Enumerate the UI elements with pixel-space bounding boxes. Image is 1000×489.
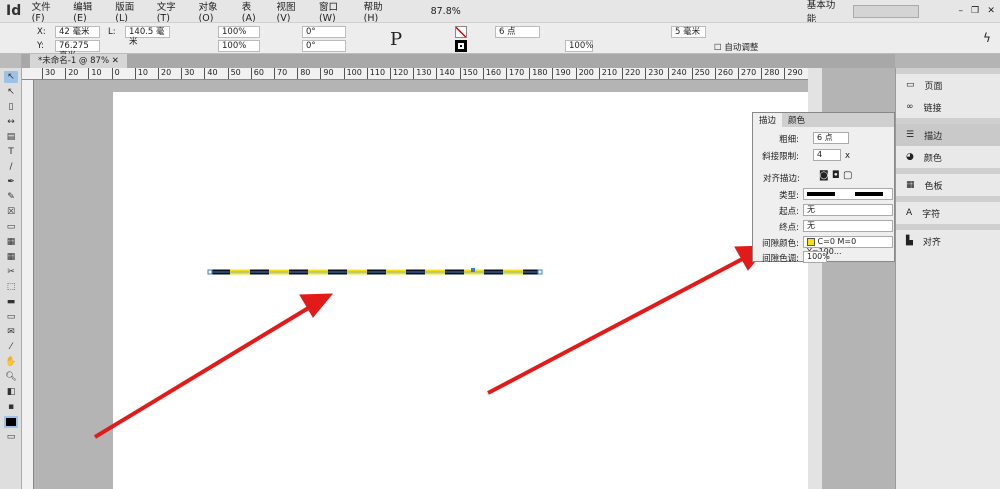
type-label: 类型: <box>779 191 799 201</box>
panel-stroke[interactable]: ☰ 描边 <box>896 124 1000 146</box>
weight-label: 粗细: <box>779 135 799 145</box>
panel-character[interactable]: A 字符 <box>896 202 1000 224</box>
red-arrow-1 <box>93 293 334 439</box>
panel-links[interactable]: ∞ 链接 <box>896 96 1000 118</box>
tab-stroke[interactable]: 描边 <box>753 113 783 127</box>
start-label: 起点: <box>779 207 799 217</box>
miter-field[interactable]: 4 <box>813 149 841 161</box>
stroke-label: 描边 <box>924 131 943 142</box>
weight-select[interactable]: 6 点 <box>813 132 849 144</box>
align-stroke-label: 对齐描边: <box>763 174 800 184</box>
color-icon: ◕ <box>906 152 914 162</box>
end-select[interactable]: 无 <box>803 220 893 232</box>
gap-color-select[interactable]: C=0 M=0 Y=100... <box>803 236 893 256</box>
type-select[interactable] <box>803 188 893 200</box>
panel-dock: ▭ 页面 ∞ 链接 ☰ 描边 ◕ 颜色 ▦ 色板 A 字符 ▙ 对齐 <box>895 68 1000 489</box>
miter-label: 斜接限制: <box>762 152 799 162</box>
start-select[interactable]: 无 <box>803 204 893 216</box>
pages-label: 页面 <box>924 81 943 92</box>
align-label: 对齐 <box>922 237 941 248</box>
gap-tint-label: 间隙色调: <box>762 254 799 264</box>
align-stroke-icons[interactable]: ◙ ◘ ▢ <box>819 170 852 181</box>
character-icon: A <box>906 208 913 218</box>
swatches-icon: ▦ <box>906 180 915 190</box>
stroke-panel: 描边 颜色 粗细: 6 点 斜接限制: 4 x 对齐描边: ◙ ◘ ▢ 类型: 起… <box>752 112 895 264</box>
pages-icon: ▭ <box>906 80 915 90</box>
tab-color[interactable]: 颜色 <box>782 113 811 127</box>
stroke-icon: ☰ <box>906 130 915 140</box>
swatches-label: 色板 <box>924 181 943 192</box>
panel-swatches[interactable]: ▦ 色板 <box>896 174 1000 196</box>
character-label: 字符 <box>922 209 941 220</box>
links-icon: ∞ <box>906 102 914 112</box>
red-arrow-2 <box>487 245 769 395</box>
panel-align[interactable]: ▙ 对齐 <box>896 230 1000 252</box>
align-icon: ▙ <box>906 236 913 246</box>
links-label: 链接 <box>923 103 942 114</box>
dashed-line[interactable] <box>207 268 543 275</box>
miter-x-label: x <box>845 151 851 161</box>
end-label: 终点: <box>779 223 799 233</box>
panel-pages[interactable]: ▭ 页面 <box>896 74 1000 96</box>
color-label: 颜色 <box>923 153 942 164</box>
panel-color[interactable]: ◕ 颜色 <box>896 146 1000 168</box>
gap-color-label: 间隙颜色: <box>762 239 799 249</box>
gap-tint-field[interactable]: 100% <box>803 251 830 263</box>
